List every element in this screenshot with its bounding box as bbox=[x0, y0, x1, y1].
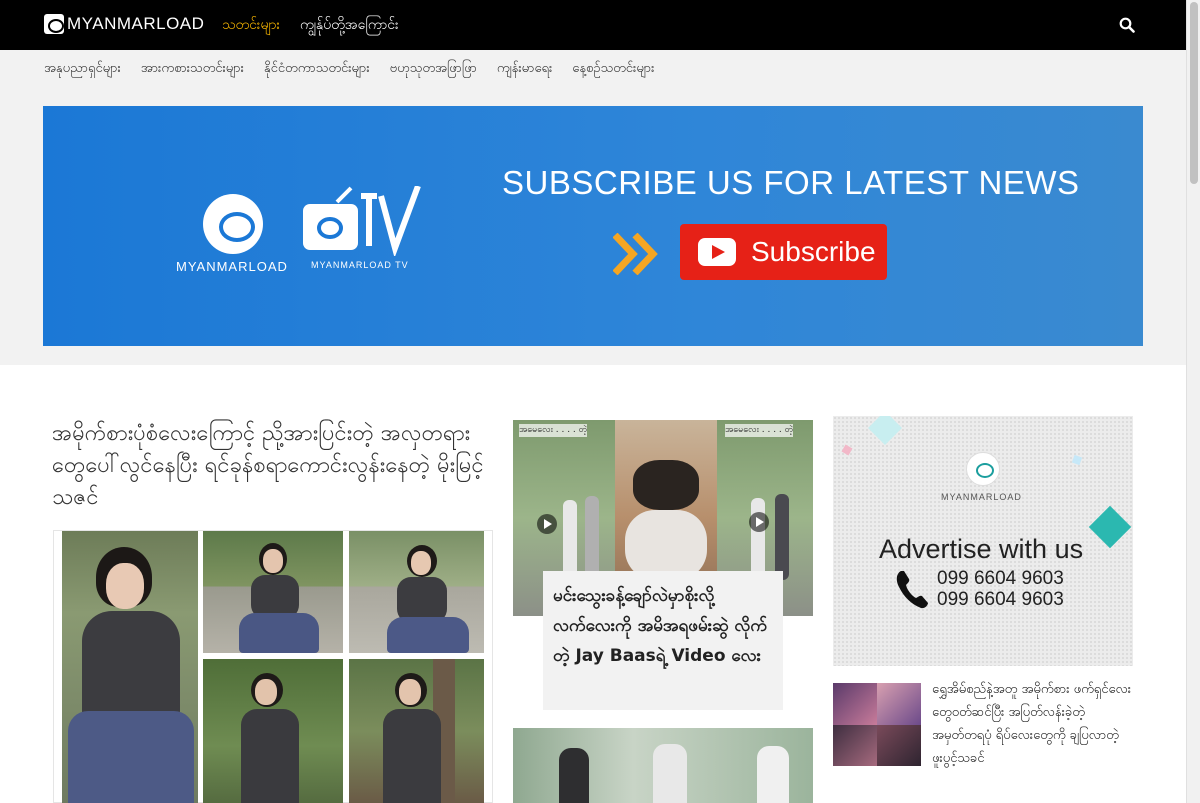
article-thumbnail-2[interactable] bbox=[513, 728, 813, 803]
youtube-subscribe-button[interactable]: Subscribe bbox=[680, 224, 887, 280]
banner-headline: SUBSCRIBE US FOR LATEST NEWS bbox=[502, 164, 1080, 201]
banner-tv-logo-text: MYANMARLOAD TV bbox=[311, 260, 409, 270]
search-icon[interactable] bbox=[1119, 17, 1135, 33]
play-icon bbox=[537, 514, 557, 534]
video-article-title[interactable]: မင်းသွေးခန့်ချော်လဲမှာစိုးလို့ လက်လေးကို… bbox=[543, 571, 783, 710]
scrollbar-thumb[interactable] bbox=[1190, 2, 1198, 184]
play-icon bbox=[749, 512, 769, 532]
category-artists[interactable]: အနုပညာရှင်များ bbox=[44, 60, 121, 79]
sidebar-post-thumbnail[interactable] bbox=[833, 683, 921, 766]
featured-article-title[interactable]: အမိုက်စားပုံစံလေးကြောင့် ညို့အားပြင်းတဲ့… bbox=[52, 418, 492, 514]
video-overlay-label-right: အမေလေး . . . . တဲ့ bbox=[725, 424, 794, 437]
double-chevron-right-icon bbox=[613, 233, 658, 275]
sidebar-post-title[interactable]: ရွှေအိမ်စည်နဲ့အတူ အမိုက်စား ဖက်ရှင်လေးတွ… bbox=[932, 678, 1132, 770]
featured-photo-5 bbox=[349, 659, 484, 803]
featured-photo-grid[interactable] bbox=[53, 530, 493, 803]
site-logo[interactable]: MYANMARLOAD bbox=[44, 14, 204, 34]
banner-logo-text: MYANMARLOAD bbox=[176, 259, 288, 274]
category-nav: အနုပညာရှင်များ အားကစားသတင်းများ နိုင်ငံတ… bbox=[44, 60, 654, 79]
featured-photo-3 bbox=[349, 531, 484, 653]
main-nav: သတင်းများ ကျွန်ုပ်တို့အကြောင်း bbox=[222, 15, 399, 36]
myanmarload-logo-icon bbox=[203, 194, 263, 254]
category-daily[interactable]: နေ့စဉ်သတင်းများ bbox=[572, 60, 654, 79]
ad-phone-1: 099 6604 9603 bbox=[937, 568, 1064, 589]
nav-item-about[interactable]: ကျွန်ုပ်တို့အကြောင်း bbox=[300, 15, 399, 36]
advertise-box[interactable]: MYANMARLOAD Advertise with us 099 6604 9… bbox=[833, 416, 1133, 666]
ad-phone-2: 099 6604 9603 bbox=[937, 589, 1064, 610]
ad-logo-icon bbox=[966, 452, 1000, 486]
video-overlay-label-left: အမေလေး . . . . တဲ့ bbox=[519, 424, 588, 437]
category-health[interactable]: ကျန်းမာရေး bbox=[497, 60, 552, 79]
subscribe-label: Subscribe bbox=[751, 236, 876, 267]
featured-photo-2 bbox=[203, 531, 343, 653]
subscribe-banner[interactable]: MYANMARLOAD MYANMARLOAD TV SUBSCRIBE US … bbox=[43, 106, 1143, 346]
phone-icon bbox=[896, 571, 928, 609]
page-scrollbar[interactable] bbox=[1186, 0, 1200, 803]
category-knowledge[interactable]: ဗဟုသုတအဖြာဖြာ bbox=[390, 60, 477, 79]
category-sports[interactable]: အားကစားသတင်းများ bbox=[141, 60, 244, 79]
featured-photo-4 bbox=[203, 659, 343, 803]
nav-item-news[interactable]: သတင်းများ bbox=[222, 15, 280, 36]
youtube-play-icon bbox=[698, 238, 736, 266]
logo-mark-icon bbox=[44, 14, 64, 34]
ad-title: Advertise with us bbox=[879, 534, 1084, 564]
logo-text: MYANMARLOAD bbox=[67, 14, 205, 33]
ad-logo-text: MYANMARLOAD bbox=[941, 492, 1022, 502]
category-international[interactable]: နိုင်ငံတကာသတင်းများ bbox=[264, 60, 370, 79]
myanmarload-tv-logo-icon bbox=[303, 186, 421, 256]
top-navbar: MYANMARLOAD သတင်းများ ကျွန်ုပ်တို့အကြောင… bbox=[0, 0, 1186, 50]
featured-photo-1 bbox=[62, 531, 198, 803]
